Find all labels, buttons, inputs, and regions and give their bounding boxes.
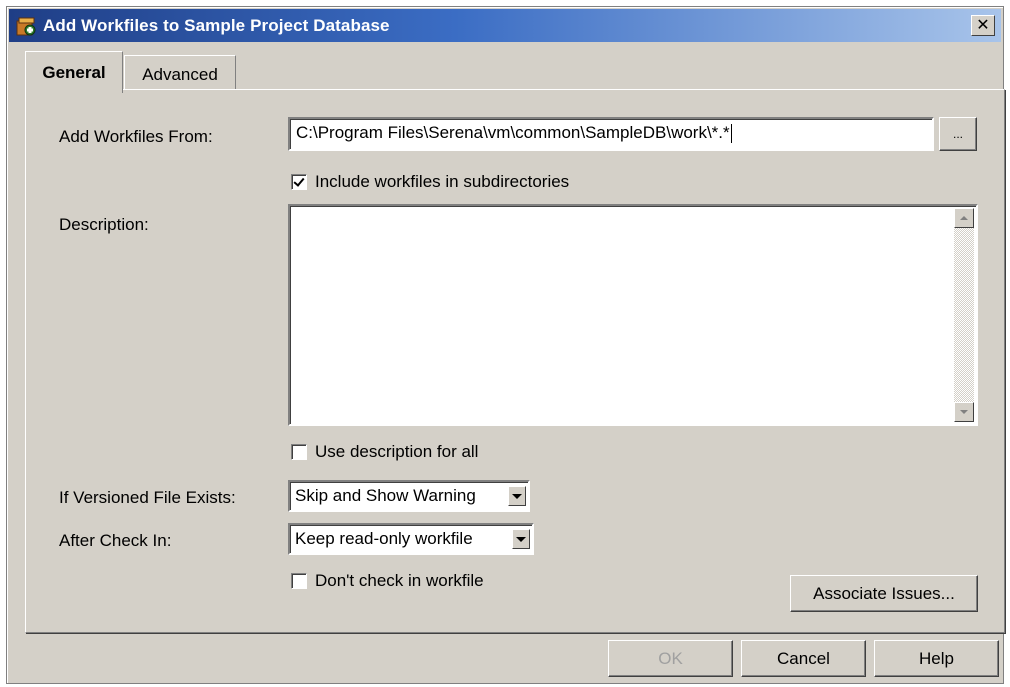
description-scrollbar[interactable] [954, 208, 974, 422]
versioned-exists-label: If Versioned File Exists: [59, 488, 236, 507]
use-description-all-option[interactable]: Use description for all [291, 442, 478, 462]
associate-issues-label: Associate Issues... [813, 583, 955, 603]
associate-issues-button[interactable]: Associate Issues... [790, 575, 978, 612]
ok-button[interactable]: OK [608, 640, 733, 677]
dont-checkin-option[interactable]: Don't check in workfile [291, 571, 484, 591]
app-icon [15, 15, 37, 37]
scroll-up-icon [960, 216, 968, 220]
chevron-down-icon [516, 536, 526, 542]
include-subdirs-checkbox[interactable] [291, 174, 307, 190]
close-button[interactable]: ✕ [971, 15, 995, 36]
scroll-up-button[interactable] [954, 208, 974, 228]
scroll-down-icon [960, 410, 968, 414]
dont-checkin-checkbox[interactable] [291, 573, 307, 589]
add-workfiles-dialog: Add Workfiles to Sample Project Database… [6, 6, 1005, 684]
after-checkin-select[interactable]: Keep read-only workfile [288, 523, 534, 555]
include-subdirs-option[interactable]: Include workfiles in subdirectories [291, 172, 569, 192]
add-from-input[interactable]: C:\Program Files\Serena\vm\common\Sample… [288, 117, 934, 151]
browse-button-label: ... [952, 127, 963, 141]
general-tab-panel: Add Workfiles From: C:\Program Files\Ser… [25, 89, 1005, 633]
after-checkin-label: After Check In: [59, 531, 172, 550]
description-textarea[interactable] [288, 204, 978, 426]
text-caret [730, 124, 732, 144]
tab-general-label: General [42, 62, 106, 82]
add-from-value: C:\Program Files\Serena\vm\common\Sample… [296, 123, 730, 142]
versioned-exists-dropdown-button[interactable] [508, 486, 526, 506]
versioned-exists-value: Skip and Show Warning [295, 486, 476, 505]
use-description-all-checkbox[interactable] [291, 444, 307, 460]
include-subdirs-label: Include workfiles in subdirectories [315, 172, 570, 191]
after-checkin-value: Keep read-only workfile [295, 529, 473, 548]
scroll-down-button[interactable] [954, 402, 974, 422]
versioned-exists-select[interactable]: Skip and Show Warning [288, 480, 530, 512]
tab-general[interactable]: General [25, 51, 123, 93]
close-icon: ✕ [976, 16, 990, 34]
window-title: Add Workfiles to Sample Project Database [43, 15, 390, 35]
use-description-all-label: Use description for all [315, 442, 479, 461]
help-button-label: Help [919, 648, 954, 668]
tab-advanced[interactable]: Advanced [124, 55, 236, 93]
browse-button[interactable]: ... [939, 117, 977, 151]
title-bar[interactable]: Add Workfiles to Sample Project Database… [9, 9, 1001, 42]
add-from-label: Add Workfiles From: [59, 127, 213, 146]
dont-checkin-label: Don't check in workfile [315, 571, 484, 590]
cancel-button[interactable]: Cancel [741, 640, 866, 677]
chevron-down-icon [512, 493, 522, 499]
cancel-button-label: Cancel [777, 648, 830, 668]
after-checkin-dropdown-button[interactable] [512, 529, 530, 549]
tab-advanced-label: Advanced [142, 64, 218, 84]
ok-button-label: OK [658, 648, 683, 668]
help-button[interactable]: Help [874, 640, 999, 677]
description-label: Description: [59, 215, 149, 234]
